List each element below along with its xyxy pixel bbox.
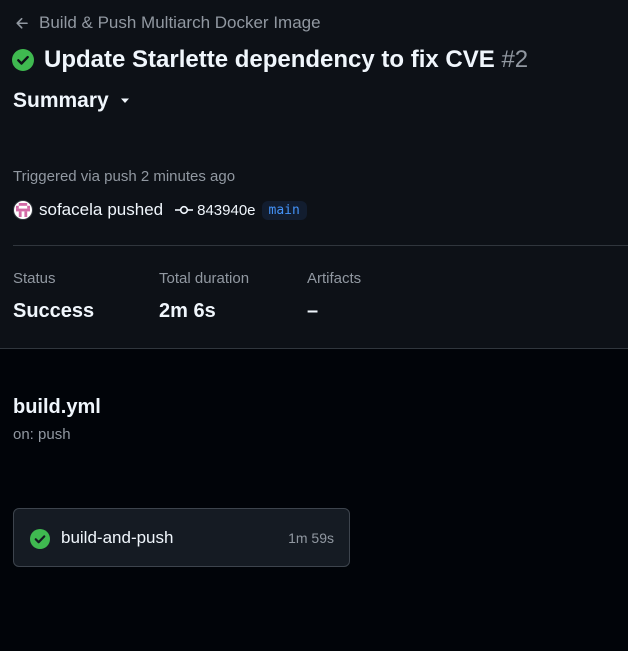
workflow-name-link[interactable]: Build & Push Multiarch Docker Image xyxy=(39,13,321,33)
artifacts-value: – xyxy=(307,300,319,322)
push-action: pushed xyxy=(107,200,164,219)
job-duration: 1m 59s xyxy=(288,530,334,546)
divider xyxy=(13,245,628,246)
push-info: sofacela pushed 843940e main xyxy=(13,198,307,222)
run-title-row: Update Starlette dependency to fix CVE #… xyxy=(12,46,528,74)
artifacts-stat: Artifacts – xyxy=(307,270,361,323)
duration-stat: Total duration 2m 6s xyxy=(159,270,249,323)
back-link[interactable]: Build & Push Multiarch Docker Image xyxy=(14,12,321,34)
run-summary-header: Build & Push Multiarch Docker Image Upda… xyxy=(0,0,628,349)
triangle-down-icon xyxy=(119,97,131,105)
commit-sha-link[interactable]: 843940e xyxy=(197,202,255,219)
status-stat: Status Success xyxy=(13,270,94,323)
summary-dropdown[interactable]: Summary xyxy=(13,89,131,113)
page-title: Update Starlette dependency to fix CVE #… xyxy=(44,46,528,74)
run-title: Update Starlette dependency to fix CVE xyxy=(44,46,495,73)
workflow-file-name: build.yml xyxy=(13,396,101,418)
job-name: build-and-push xyxy=(61,528,174,547)
job-card-build-and-push[interactable]: build-and-push 1m 59s xyxy=(13,508,350,567)
avatar[interactable] xyxy=(13,200,33,220)
artifacts-label: Artifacts xyxy=(307,270,362,287)
arrow-left-icon xyxy=(14,15,31,32)
check-circle-icon xyxy=(12,49,34,71)
status-value: Success xyxy=(13,300,95,322)
branch-label[interactable]: main xyxy=(261,200,307,220)
status-label: Status xyxy=(13,270,56,287)
workflow-trigger: on: push xyxy=(13,426,71,443)
run-number: #2 xyxy=(501,46,529,73)
check-circle-icon xyxy=(30,529,50,549)
actor-link[interactable]: sofacela xyxy=(39,200,102,220)
duration-value: 2m 6s xyxy=(159,300,216,322)
summary-label: Summary xyxy=(13,89,109,112)
duration-label: Total duration xyxy=(159,270,250,287)
git-commit-icon xyxy=(175,204,194,216)
trigger-text: Triggered via push 2 minutes ago xyxy=(13,168,236,185)
